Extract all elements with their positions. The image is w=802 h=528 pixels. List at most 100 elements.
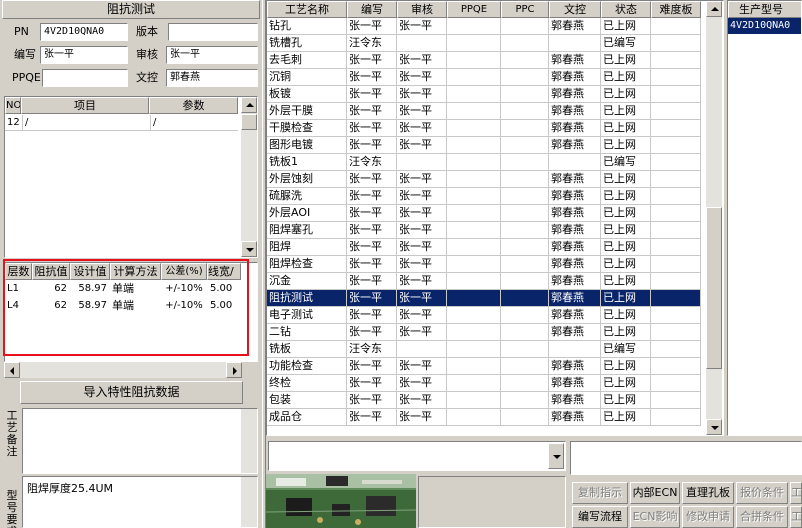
model-list-item[interactable]: 4V2D10QNA0: [728, 18, 801, 34]
cell-doc-control: 郭春燕: [549, 392, 601, 409]
spec-textarea[interactable]: 阻焊厚度25.4UM: [22, 476, 258, 528]
table-row[interactable]: 12 / /: [5, 115, 238, 131]
internal-ecn-button[interactable]: 内部ECN: [630, 482, 680, 504]
items-vscrollbar[interactable]: [241, 97, 257, 257]
table-row[interactable]: 去毛刺 张一平 张一平 郭春燕 已上网: [267, 52, 701, 69]
model-list-header[interactable]: 生产型号: [728, 1, 801, 18]
table-row[interactable]: 终检 张一平 张一平 郭春燕 已上网: [267, 375, 701, 392]
cell-process-name: 阻焊塞孔: [267, 222, 347, 239]
table-row[interactable]: 功能检查 张一平 张一平 郭春燕 已上网: [267, 358, 701, 375]
scroll-up-button[interactable]: [706, 1, 722, 17]
cell-status: 已上网: [601, 52, 651, 69]
cell-process-name: 成品仓: [267, 409, 347, 426]
cell-ppqe: [447, 239, 501, 256]
scroll-thumb[interactable]: [241, 114, 257, 130]
cell-ppc: [501, 273, 549, 290]
more-button-1[interactable]: 工: [790, 482, 802, 504]
col-writer[interactable]: 编写: [347, 1, 397, 18]
cell-process-name: 外层AOI: [267, 205, 347, 222]
version-field[interactable]: [168, 23, 258, 41]
pn-field[interactable]: 4V2D10QNA0: [40, 23, 128, 41]
cell-doc-control: [549, 341, 601, 358]
cell-difficulty: [651, 375, 701, 392]
image-panel-2: [418, 476, 566, 528]
items-table: NO 项目 参数 12 / /: [4, 96, 258, 258]
scroll-left-button[interactable]: [4, 362, 20, 378]
cell-writer: 汪令东: [347, 35, 397, 52]
buried-hole-button[interactable]: 直理孔板: [682, 482, 734, 504]
quote-condition-button[interactable]: 报价条件: [736, 482, 788, 504]
cell-process-name: 外层干膜: [267, 103, 347, 120]
table-row[interactable]: 电子测试 张一平 张一平 郭春燕 已上网: [267, 307, 701, 324]
write-flow-button[interactable]: 编写流程: [572, 506, 628, 528]
table-row[interactable]: 铣槽孔 汪令东 已编写: [267, 35, 701, 52]
col-no[interactable]: NO: [5, 97, 21, 114]
table-row[interactable]: 铣板1 汪令东 已编写: [267, 154, 701, 171]
col-doc-control[interactable]: 文控: [549, 1, 601, 18]
ppqe-field[interactable]: [42, 69, 128, 87]
dropdown-button[interactable]: [548, 443, 564, 469]
process-vscrollbar[interactable]: [706, 1, 722, 435]
cell-status: 已上网: [601, 86, 651, 103]
cell-ppc: [501, 341, 549, 358]
col-ppc[interactable]: PPC: [501, 1, 549, 18]
col-difficulty[interactable]: 难度板: [651, 1, 701, 18]
table-row[interactable]: 阻焊检查 张一平 张一平 郭春燕 已上网: [267, 256, 701, 273]
col-param[interactable]: 参数: [149, 97, 238, 114]
table-row[interactable]: 外层干膜 张一平 张一平 郭春燕 已上网: [267, 103, 701, 120]
table-row[interactable]: 成品仓 张一平 张一平 郭春燕 已上网: [267, 409, 701, 426]
col-ppqe[interactable]: PPQE: [447, 1, 501, 18]
cell-reviewer: 张一平: [397, 239, 447, 256]
notes-textarea[interactable]: [22, 408, 258, 474]
merge-condition-button[interactable]: 合拼条件: [736, 506, 788, 528]
table-row[interactable]: 阻焊塞孔 张一平 张一平 郭春燕 已上网: [267, 222, 701, 239]
cell-status: 已上网: [601, 120, 651, 137]
col-item[interactable]: 项目: [21, 97, 149, 114]
combo-box-right[interactable]: [570, 441, 802, 475]
cell-ppc: [501, 52, 549, 69]
notes-vscrollbar[interactable]: [241, 409, 257, 473]
cell-ppc: [501, 409, 549, 426]
cell-doc-control: 郭春燕: [549, 256, 601, 273]
scroll-thumb[interactable]: [706, 207, 722, 369]
table-row[interactable]: 干膜检查 张一平 张一平 郭春燕 已上网: [267, 120, 701, 137]
spec-label: 型号要求: [6, 489, 18, 528]
doc-control-field[interactable]: 郭春燕: [166, 69, 258, 87]
col-process-name[interactable]: 工艺名称: [267, 1, 347, 18]
table-row[interactable]: 铣板 汪令东 已编写: [267, 341, 701, 358]
cell-ppc: [501, 171, 549, 188]
cell-reviewer: 张一平: [397, 375, 447, 392]
import-impedance-button[interactable]: 导入特性阻抗数据: [20, 381, 243, 404]
cell-difficulty: [651, 392, 701, 409]
spec-vscrollbar[interactable]: [241, 477, 257, 527]
cell-writer: 张一平: [347, 273, 397, 290]
reviewer-field[interactable]: 张一平: [166, 46, 258, 64]
col-reviewer[interactable]: 审核: [397, 1, 447, 18]
scroll-right-button[interactable]: [226, 362, 242, 378]
table-row[interactable]: 二钻 张一平 张一平 郭春燕 已上网: [267, 324, 701, 341]
scroll-up-button[interactable]: [241, 97, 257, 113]
table-row[interactable]: 阻焊 张一平 张一平 郭春燕 已上网: [267, 239, 701, 256]
table-row[interactable]: 沉铜 张一平 张一平 郭春燕 已上网: [267, 69, 701, 86]
more-button-2[interactable]: 工: [790, 506, 802, 528]
writer-field[interactable]: 张一平: [40, 46, 128, 64]
change-request-button[interactable]: 修改申请: [682, 506, 734, 528]
pcb-photo-image: [266, 474, 416, 528]
col-status[interactable]: 状态: [601, 1, 651, 18]
impedance-hscrollbar[interactable]: [4, 362, 242, 378]
scroll-down-button[interactable]: [706, 419, 722, 435]
table-row[interactable]: 外层AOI 张一平 张一平 郭春燕 已上网: [267, 205, 701, 222]
table-row[interactable]: 硫脲洗 张一平 张一平 郭春燕 已上网: [267, 188, 701, 205]
table-row[interactable]: 板镀 张一平 张一平 郭春燕 已上网: [267, 86, 701, 103]
table-row[interactable]: 沉金 张一平 张一平 郭春燕 已上网: [267, 273, 701, 290]
ecn-impact-button[interactable]: ECN影响: [630, 506, 680, 528]
table-row[interactable]: 图形电镀 张一平 张一平 郭春燕 已上网: [267, 137, 701, 154]
table-row[interactable]: 阻抗测试 张一平 张一平 郭春燕 已上网: [267, 290, 701, 307]
scroll-down-button[interactable]: [241, 241, 257, 257]
table-row[interactable]: 外层蚀刻 张一平 张一平 郭春燕 已上网: [267, 171, 701, 188]
combo-box-left[interactable]: [268, 441, 566, 471]
table-row[interactable]: 钻孔 张一平 张一平 郭春燕 已上网: [267, 18, 701, 35]
copy-instruction-button[interactable]: 复制指示: [572, 482, 628, 504]
cell-writer: 张一平: [347, 239, 397, 256]
table-row[interactable]: 包装 张一平 张一平 郭春燕 已上网: [267, 392, 701, 409]
